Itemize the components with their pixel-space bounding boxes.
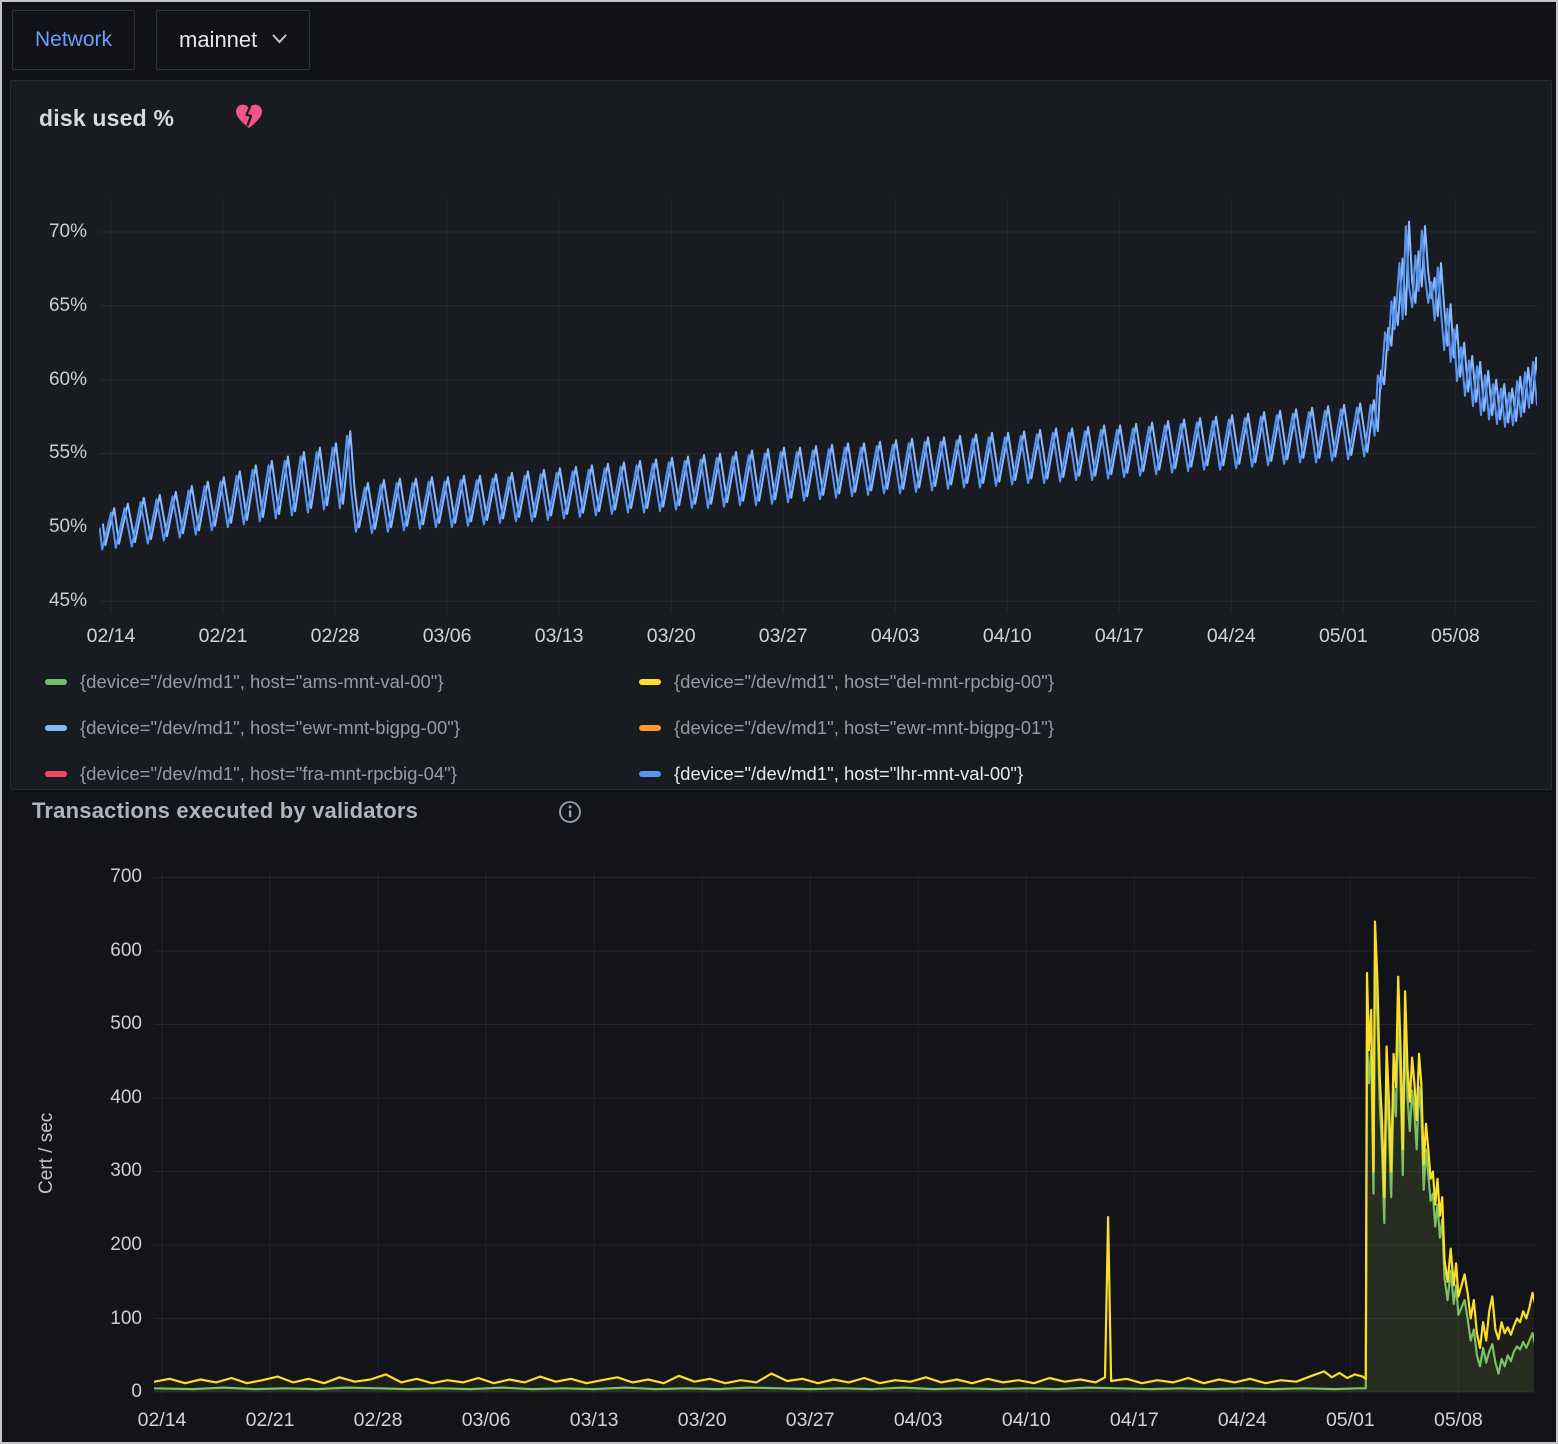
x-tick-label: 03/13: [514, 625, 604, 647]
broken-heart-alert-icon[interactable]: [235, 103, 263, 135]
y-axis-title: Cert / sec: [36, 1113, 58, 1194]
x-tick-label: 04/10: [981, 1409, 1071, 1431]
legend-item[interactable]: {device="/dev/md1", host="del-mnt-rpcbig…: [639, 659, 1535, 705]
x-tick-label: 03/20: [626, 625, 716, 647]
x-tick-label: 03/20: [657, 1409, 747, 1431]
network-variable-label-box: Network: [12, 10, 135, 70]
legend-series-label: {device="/dev/md1", host="ewr-mnt-bigpg-…: [674, 717, 1054, 739]
x-tick-label: 03/06: [441, 1409, 531, 1431]
dashboard-toolbar: Network mainnet: [2, 2, 1556, 78]
y-tick-label: 500: [66, 1013, 142, 1035]
series-area-validator-yellow: [154, 922, 1534, 1392]
x-tick-label: 05/08: [1410, 625, 1500, 647]
legend-item[interactable]: {device="/dev/md1", host="ams-mnt-val-00…: [45, 659, 639, 705]
series-area-validator-green: [154, 962, 1534, 1392]
x-tick-label: 03/27: [765, 1409, 855, 1431]
panel-title[interactable]: disk used %: [39, 105, 174, 132]
legend-series-color-swatch: [639, 771, 661, 777]
x-tick-label: 04/03: [850, 625, 940, 647]
panel-transactions-executed: Transactions executed by validators Cert…: [10, 794, 1552, 1442]
legend-series-color-swatch: [45, 679, 67, 685]
x-tick-label: 02/28: [290, 625, 380, 647]
y-tick-label: 0: [66, 1381, 142, 1403]
network-variable-label: Network: [35, 28, 112, 52]
y-tick-label: 60%: [11, 369, 87, 391]
series-line-validator-yellow: [154, 922, 1534, 1384]
legend-series-color-swatch: [639, 679, 661, 685]
legend-item[interactable]: {device="/dev/md1", host="ewr-mnt-bigpg-…: [45, 705, 639, 751]
legend-series-color-swatch: [639, 725, 661, 731]
panel-disk-used: disk used % {device="/dev/md1", host="am…: [10, 80, 1552, 790]
disk-chart-plot-area[interactable]: [99, 198, 1537, 613]
series-line-{device="/dev/md1", host="lhr-mnt-val-00"}: [100, 226, 1537, 549]
legend-series-label: {device="/dev/md1", host="fra-mnt-rpcbig…: [80, 763, 457, 785]
legend-series-color-swatch: [45, 725, 67, 731]
x-tick-label: 02/21: [178, 625, 268, 647]
y-tick-label: 700: [66, 866, 142, 888]
y-tick-label: 100: [66, 1308, 142, 1330]
legend-series-label: {device="/dev/md1", host="ewr-mnt-bigpg-…: [80, 717, 460, 739]
network-variable-value: mainnet: [179, 27, 257, 53]
series-line-validator-green: [154, 962, 1534, 1389]
y-tick-label: 50%: [11, 516, 87, 538]
tx-chart-plot-area[interactable]: [154, 870, 1534, 1397]
legend-item[interactable]: {device="/dev/md1", host="lhr-mnt-val-00…: [639, 751, 1535, 797]
chart-legend: {device="/dev/md1", host="ams-mnt-val-00…: [45, 659, 1535, 797]
y-tick-label: 200: [66, 1234, 142, 1256]
y-tick-label: 600: [66, 940, 142, 962]
x-tick-label: 02/21: [225, 1409, 315, 1431]
panel-title[interactable]: Transactions executed by validators: [32, 798, 418, 824]
x-tick-label: 05/08: [1413, 1409, 1503, 1431]
x-tick-label: 04/24: [1197, 1409, 1287, 1431]
x-tick-label: 04/17: [1074, 625, 1164, 647]
legend-series-label: {device="/dev/md1", host="del-mnt-rpcbig…: [674, 671, 1054, 693]
y-tick-label: 65%: [11, 295, 87, 317]
network-variable-dropdown[interactable]: mainnet: [156, 10, 310, 70]
x-tick-label: 04/24: [1186, 625, 1276, 647]
x-tick-label: 03/27: [738, 625, 828, 647]
y-tick-label: 45%: [11, 590, 87, 612]
x-tick-label: 04/03: [873, 1409, 963, 1431]
legend-item[interactable]: {device="/dev/md1", host="fra-mnt-rpcbig…: [45, 751, 639, 797]
x-tick-label: 04/17: [1089, 1409, 1179, 1431]
x-tick-label: 02/14: [117, 1409, 207, 1431]
x-tick-label: 03/13: [549, 1409, 639, 1431]
info-icon[interactable]: [558, 800, 582, 829]
legend-series-color-swatch: [45, 771, 67, 777]
x-tick-label: 04/10: [962, 625, 1052, 647]
x-tick-label: 05/01: [1298, 625, 1388, 647]
x-tick-label: 05/01: [1305, 1409, 1395, 1431]
grafana-dashboard: Network mainnet disk used % {device="/de…: [0, 0, 1558, 1444]
y-tick-label: 55%: [11, 442, 87, 464]
legend-series-label: {device="/dev/md1", host="ams-mnt-val-00…: [80, 671, 444, 693]
legend-series-label: {device="/dev/md1", host="lhr-mnt-val-00…: [674, 763, 1023, 785]
y-tick-label: 70%: [11, 221, 87, 243]
legend-item[interactable]: {device="/dev/md1", host="ewr-mnt-bigpg-…: [639, 705, 1535, 751]
y-tick-label: 300: [66, 1160, 142, 1182]
chevron-down-icon: [272, 31, 287, 49]
x-tick-label: 02/28: [333, 1409, 423, 1431]
x-tick-label: 03/06: [402, 625, 492, 647]
y-tick-label: 400: [66, 1087, 142, 1109]
x-tick-label: 02/14: [66, 625, 156, 647]
